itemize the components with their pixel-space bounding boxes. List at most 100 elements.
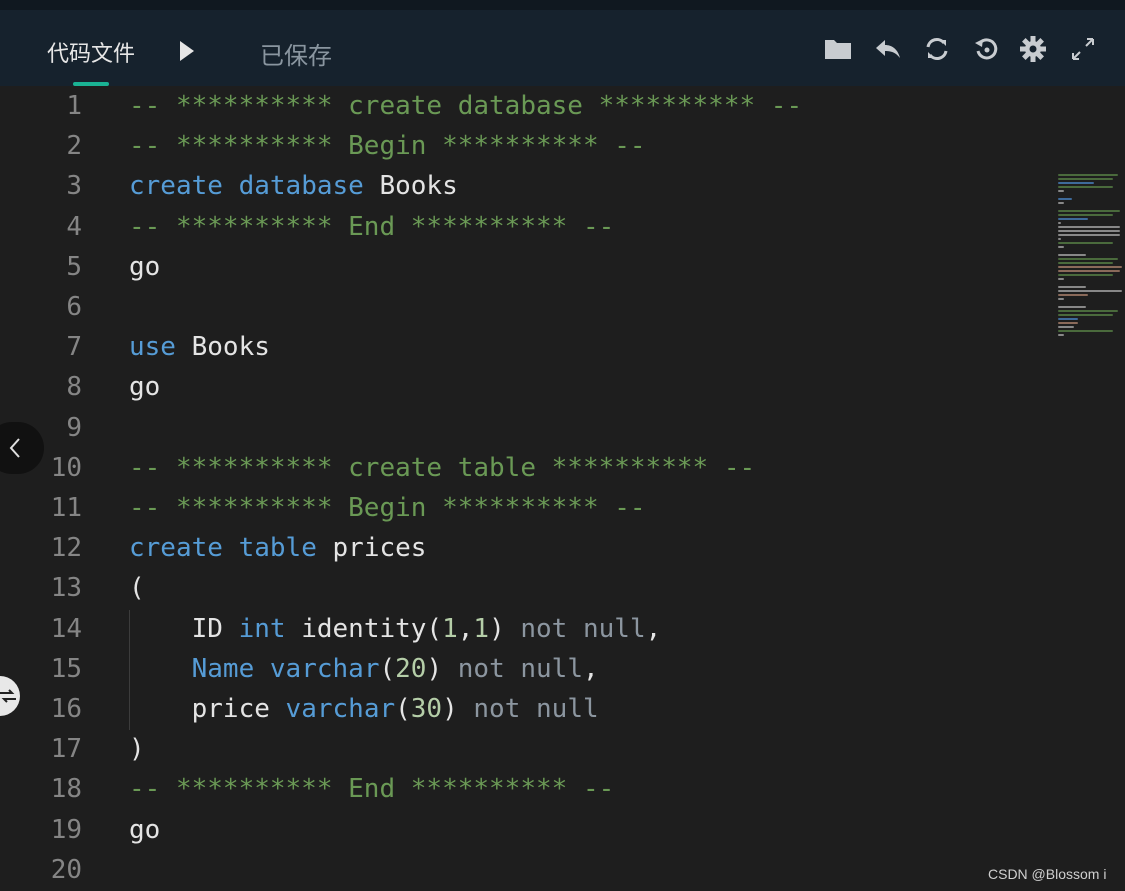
sync-button[interactable]: [922, 34, 952, 64]
code-token: not null: [457, 653, 583, 684]
line-code: create database Books: [129, 166, 458, 206]
line-code: -- ********** End ********** --: [129, 769, 614, 809]
code-token: go: [129, 251, 161, 282]
line-number: 19: [50, 814, 82, 845]
fullscreen-button[interactable]: [1068, 34, 1098, 64]
line-code: go: [129, 247, 160, 287]
code-token: Books: [175, 332, 270, 363]
code-token: Books: [363, 171, 458, 202]
folder-button[interactable]: [823, 34, 853, 64]
code-token: table: [238, 533, 317, 564]
swap-arrows-icon: [0, 689, 16, 703]
code-line[interactable]: 19 go: [0, 810, 1050, 850]
code-token: -- ********** End ********** --: [129, 774, 615, 805]
line-number: 12: [50, 533, 82, 564]
code-token: ): [426, 653, 458, 684]
editor-toolbar: 代码文件 已保存: [0, 10, 1125, 86]
save-status: 已保存: [260, 42, 332, 70]
code-line[interactable]: 14 ID int identity(1,1) not null,: [0, 609, 1050, 649]
line-number: 17: [50, 734, 82, 765]
code-token: -- ********** create table ********** --: [129, 452, 756, 483]
line-code: -- ********** Begin ********** --: [129, 488, 646, 528]
code-token: (: [379, 653, 396, 684]
code-line[interactable]: 4 -- ********** End ********** --: [0, 207, 1050, 247]
line-code: go: [129, 367, 160, 407]
code-token: not null: [473, 694, 599, 724]
line-number: 11: [50, 493, 82, 523]
code-line[interactable]: 10 -- ********** create table ********** …: [0, 448, 1050, 488]
code-token: go: [129, 814, 161, 845]
code-token: ): [442, 694, 474, 724]
line-number: 5: [66, 251, 82, 282]
code-token: ): [129, 734, 145, 765]
code-line[interactable]: 6: [0, 287, 1050, 327]
code-line[interactable]: 11 -- ********** Begin ********** --: [0, 488, 1050, 528]
code-line[interactable]: 12 create table prices: [0, 528, 1050, 568]
line-number: 20: [50, 854, 82, 885]
fullscreen-icon: [1072, 38, 1094, 60]
line-number: 4: [66, 211, 82, 242]
undo-button[interactable]: [873, 34, 903, 64]
code-line[interactable]: 5 go: [0, 247, 1050, 287]
code-token: (: [129, 573, 145, 604]
code-token: create: [129, 533, 223, 564]
code-token: ,: [583, 653, 599, 684]
line-code: -- ********** Begin ********** --: [129, 126, 646, 166]
line-number: 7: [66, 332, 82, 363]
window-top-strip: [0, 0, 1125, 10]
line-number: 13: [50, 573, 82, 604]
line-code: -- ********** create table ********** --: [129, 448, 755, 488]
code-token: (: [395, 694, 411, 724]
line-code: -- ********** End ********** --: [129, 207, 614, 247]
code-token: ID: [129, 613, 239, 644]
code-token: -- ********** Begin ********** --: [129, 131, 646, 162]
code-token: ): [489, 613, 521, 644]
code-token: database: [238, 171, 364, 202]
undo-icon: [876, 40, 900, 58]
line-code: price varchar(30) not null: [129, 689, 599, 729]
line-code: ID int identity(1,1) not null,: [129, 609, 662, 649]
line-code: (: [129, 568, 145, 608]
code-line[interactable]: 13 (: [0, 568, 1050, 608]
code-token: identity(: [285, 613, 443, 644]
code-line[interactable]: 18 -- ********** End ********** --: [0, 769, 1050, 809]
line-code: go: [129, 810, 160, 850]
code-line[interactable]: 15 Name varchar(20) not null,: [0, 649, 1050, 689]
code-token: ,: [645, 613, 662, 644]
history-button[interactable]: [971, 34, 1001, 64]
code-line[interactable]: 8 go: [0, 367, 1050, 407]
sync-icon: [926, 38, 948, 60]
code-line[interactable]: 17): [0, 729, 1050, 769]
code-line[interactable]: 9: [0, 408, 1050, 448]
line-number: 18: [50, 774, 82, 805]
code-token: 1: [473, 613, 490, 644]
code-line[interactable]: 20: [0, 850, 1050, 890]
history-icon: [975, 38, 998, 60]
code-token: varchar: [285, 694, 396, 724]
settings-icon: [1020, 36, 1046, 62]
settings-button[interactable]: [1018, 34, 1048, 64]
code-token: ,: [457, 613, 474, 644]
tab-code-file[interactable]: 代码文件: [47, 36, 135, 68]
code-line[interactable]: 7 use Books: [0, 327, 1050, 367]
code-token: -- ********** Begin ********** --: [129, 493, 646, 523]
run-button[interactable]: [178, 40, 196, 62]
folder-icon: [825, 40, 851, 59]
code-line[interactable]: 16 price varchar(30) not null: [0, 689, 1050, 729]
line-code: use Books: [129, 327, 270, 367]
line-number: 14: [50, 613, 82, 644]
minimap[interactable]: [1058, 172, 1125, 362]
code-line[interactable]: 2 -- ********** Begin ********** --: [0, 126, 1050, 166]
line-code: -- ********** create database **********…: [129, 86, 802, 126]
line-code: ): [129, 729, 145, 769]
line-code: create table prices: [129, 528, 426, 568]
watermark: CSDN @Blossom i: [988, 866, 1107, 882]
code-token: prices: [316, 533, 427, 564]
code-token: not null: [520, 613, 646, 644]
code-line[interactable]: 3 create database Books: [0, 166, 1050, 206]
code-editor[interactable]: 1 -- ********** create database *********…: [0, 86, 1125, 891]
code-line[interactable]: 1 -- ********** create database *********…: [0, 86, 1050, 126]
line-code: Name varchar(20) not null,: [129, 649, 599, 689]
